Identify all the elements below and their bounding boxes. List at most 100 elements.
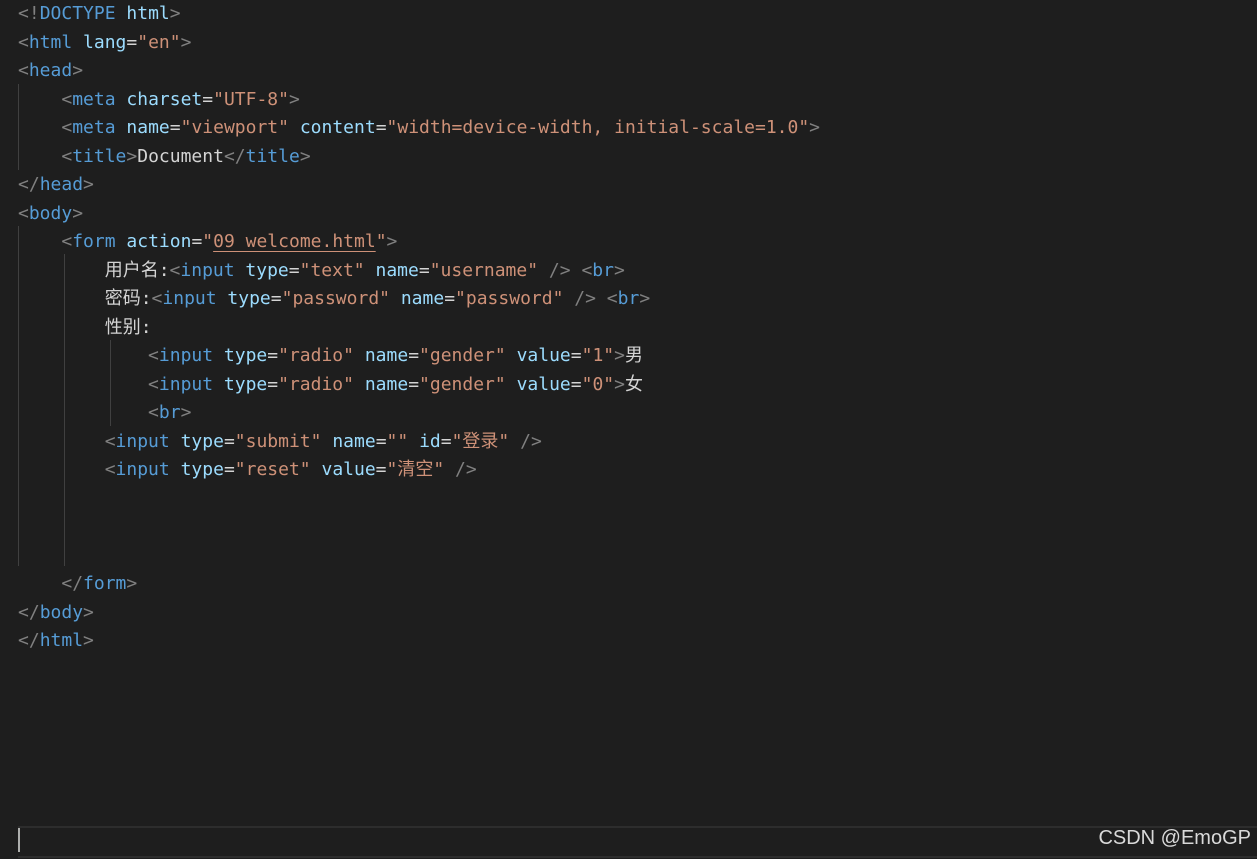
code-token: = xyxy=(270,288,282,309)
code-token: = xyxy=(191,231,203,252)
code-token: value xyxy=(321,459,376,480)
code-token: = xyxy=(126,31,138,53)
code-token: > xyxy=(299,145,311,167)
code-token: 用户名: xyxy=(18,259,170,281)
code-line[interactable]: <br> xyxy=(18,399,191,427)
code-token: "text" xyxy=(299,259,365,281)
code-line[interactable]: 密码:<input type="password" name="password… xyxy=(18,285,650,313)
code-token: input xyxy=(158,373,214,395)
code-token: = xyxy=(375,430,387,452)
code-token: > xyxy=(614,345,625,366)
code-token: /> xyxy=(455,459,477,480)
code-token: name xyxy=(400,288,445,309)
code-line[interactable]: <body> xyxy=(18,200,83,228)
code-token: input xyxy=(162,288,217,309)
code-token: < xyxy=(148,402,159,423)
code-token: form xyxy=(72,231,116,252)
code-line[interactable]: 用户名:<input type="text" name="username" /… xyxy=(18,257,625,285)
code-token: lang xyxy=(83,31,127,53)
code-line[interactable]: <meta charset="UTF-8"> xyxy=(18,86,299,114)
code-token: </ xyxy=(18,174,40,195)
code-line[interactable]: </html> xyxy=(18,627,94,655)
code-line[interactable]: <title>Document</title> xyxy=(18,143,311,171)
code-token: < xyxy=(169,259,181,281)
code-token: = xyxy=(267,373,279,395)
code-line[interactable]: <html lang="en"> xyxy=(18,29,191,57)
code-line[interactable]: <input type="reset" value="清空" /> xyxy=(18,456,477,484)
code-line[interactable]: </body> xyxy=(18,599,94,627)
code-token: </ xyxy=(223,145,246,167)
code-token: input xyxy=(115,459,170,480)
code-token: "1" xyxy=(581,345,615,366)
code-token: < xyxy=(18,31,29,53)
code-token: "radio" xyxy=(278,373,354,395)
code-line[interactable]: <form action="09 welcome.html"> xyxy=(18,228,397,256)
code-token: meta xyxy=(72,117,116,138)
code-editor[interactable]: <!DOCTYPE html> <html lang="en"> <head> <m… xyxy=(0,0,1257,820)
code-line[interactable]: 性别: xyxy=(18,314,152,342)
code-token: html xyxy=(28,31,73,53)
code-line[interactable]: <input type="radio" name="gender" value=… xyxy=(18,371,643,399)
code-token: </ xyxy=(18,630,40,651)
code-token: > xyxy=(809,117,821,138)
code-token: value xyxy=(516,345,571,366)
code-token: title xyxy=(245,145,300,167)
terminal-input-bar[interactable] xyxy=(18,826,1257,858)
code-token: "reset" xyxy=(234,459,311,480)
code-token: </ xyxy=(61,573,84,594)
code-token: input xyxy=(158,345,214,366)
code-token: > xyxy=(126,573,138,594)
code-token: name xyxy=(375,259,419,281)
code-line[interactable]: <meta name="viewport" content="width=dev… xyxy=(18,114,820,142)
code-token: = xyxy=(570,373,582,395)
code-token: " xyxy=(202,231,214,252)
code-token: "radio" xyxy=(278,345,354,366)
code-token: type xyxy=(227,288,271,309)
code-token: "0" xyxy=(581,373,615,395)
code-token: name xyxy=(126,117,170,138)
code-token: br xyxy=(592,259,614,281)
code-token: 密码: xyxy=(18,288,152,309)
code-token: > xyxy=(386,231,398,252)
code-token: title xyxy=(72,145,127,167)
code-token: > xyxy=(180,31,192,53)
code-token: 09 welcome.html xyxy=(213,231,376,252)
code-token: id xyxy=(419,430,441,452)
code-line[interactable]: <head> xyxy=(18,57,83,85)
code-token: "password" xyxy=(455,288,564,309)
code-token: < xyxy=(61,145,73,167)
code-token: "登录" xyxy=(451,430,510,452)
code-token: /> xyxy=(574,288,596,309)
code-line[interactable]: <input type="radio" name="gender" value=… xyxy=(18,342,643,370)
code-token: > xyxy=(72,202,84,224)
code-token: head xyxy=(39,174,84,195)
code-token: name xyxy=(332,430,376,452)
code-token: = xyxy=(440,430,452,452)
code-token: > xyxy=(613,259,625,281)
code-line[interactable]: <input type="submit" name="" id="登录" /> xyxy=(18,428,542,456)
code-line[interactable]: <!DOCTYPE html> xyxy=(18,0,181,28)
code-token: name xyxy=(364,345,409,366)
code-token: content xyxy=(299,117,376,138)
code-token: "password" xyxy=(281,288,390,309)
code-token: "清空" xyxy=(386,459,445,480)
code-token: "UTF-8" xyxy=(213,88,289,110)
code-token: html xyxy=(39,630,84,651)
code-line[interactable]: </head> xyxy=(18,171,94,199)
code-token: > xyxy=(614,373,625,395)
code-token: < xyxy=(104,430,116,452)
code-token: < xyxy=(104,459,116,480)
code-line[interactable]: </form> xyxy=(18,570,137,598)
